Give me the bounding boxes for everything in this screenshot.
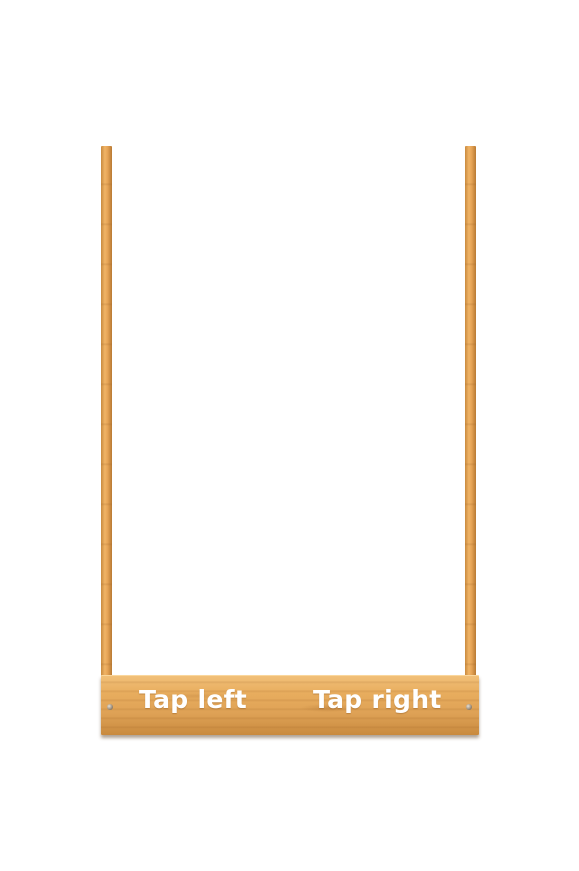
left-wooden-post — [101, 146, 112, 676]
tap-left-button[interactable]: Tap left — [139, 685, 247, 714]
screw-icon — [107, 704, 113, 710]
right-wooden-post — [465, 146, 476, 676]
game-stage[interactable]: Tap left Tap right — [0, 0, 579, 871]
tap-right-button[interactable]: Tap right — [313, 685, 442, 714]
wooden-control-plank: Tap left Tap right — [101, 675, 479, 735]
screw-icon — [466, 704, 472, 710]
